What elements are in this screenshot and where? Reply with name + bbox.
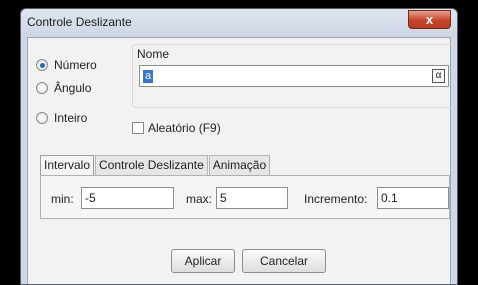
radio-integer-label: Inteiro [54, 111, 88, 125]
interval-panel: min: -5 max: 5 Incremento: 0.1 [40, 175, 450, 219]
name-label: Nome [137, 47, 170, 61]
name-input[interactable]: a α [139, 65, 449, 87]
radio-angle[interactable]: Ângulo [36, 81, 91, 95]
window-title: Controle Deslizante [27, 15, 132, 29]
radio-button-checked-icon[interactable] [36, 59, 48, 71]
increment-label: Incremento: [304, 192, 368, 206]
tab-animation[interactable]: Animação [208, 155, 271, 175]
random-checkbox[interactable] [132, 122, 144, 134]
tab-interval[interactable]: Intervalo [40, 155, 95, 176]
random-checkbox-row[interactable]: Aleatório (F9) [132, 121, 221, 135]
min-label: min: [51, 192, 74, 206]
name-value: a [143, 70, 154, 83]
name-panel: Nome a α [132, 44, 457, 108]
min-input[interactable]: -5 [81, 187, 174, 209]
title-bar[interactable]: Controle Deslizante x [21, 9, 457, 37]
tab-slider[interactable]: Controle Deslizante [95, 155, 208, 175]
close-button[interactable]: x [408, 10, 451, 29]
radio-number[interactable]: Número [36, 58, 97, 72]
cancel-button[interactable]: Cancelar [242, 249, 326, 273]
radio-button-icon[interactable] [36, 112, 48, 124]
radio-integer[interactable]: Inteiro [36, 111, 87, 125]
increment-input[interactable]: 0.1 [377, 187, 449, 209]
alpha-symbol-button[interactable]: α [432, 69, 445, 83]
radio-angle-label: Ângulo [54, 81, 92, 95]
apply-button[interactable]: Aplicar [171, 249, 235, 273]
random-checkbox-label: Aleatório (F9) [148, 121, 221, 135]
max-label: max: [186, 192, 213, 206]
radio-number-label: Número [54, 58, 97, 72]
radio-button-icon[interactable] [36, 82, 48, 94]
tab-bar: Intervalo Controle Deslizante Animação [40, 155, 271, 176]
dialog-content: Número Ângulo Inteiro Nome a α Aleatório… [27, 37, 457, 284]
max-input[interactable]: 5 [216, 187, 288, 209]
close-icon: x [425, 12, 434, 27]
slider-dialog: Controle Deslizante x Número Ângulo Inte… [20, 8, 458, 285]
